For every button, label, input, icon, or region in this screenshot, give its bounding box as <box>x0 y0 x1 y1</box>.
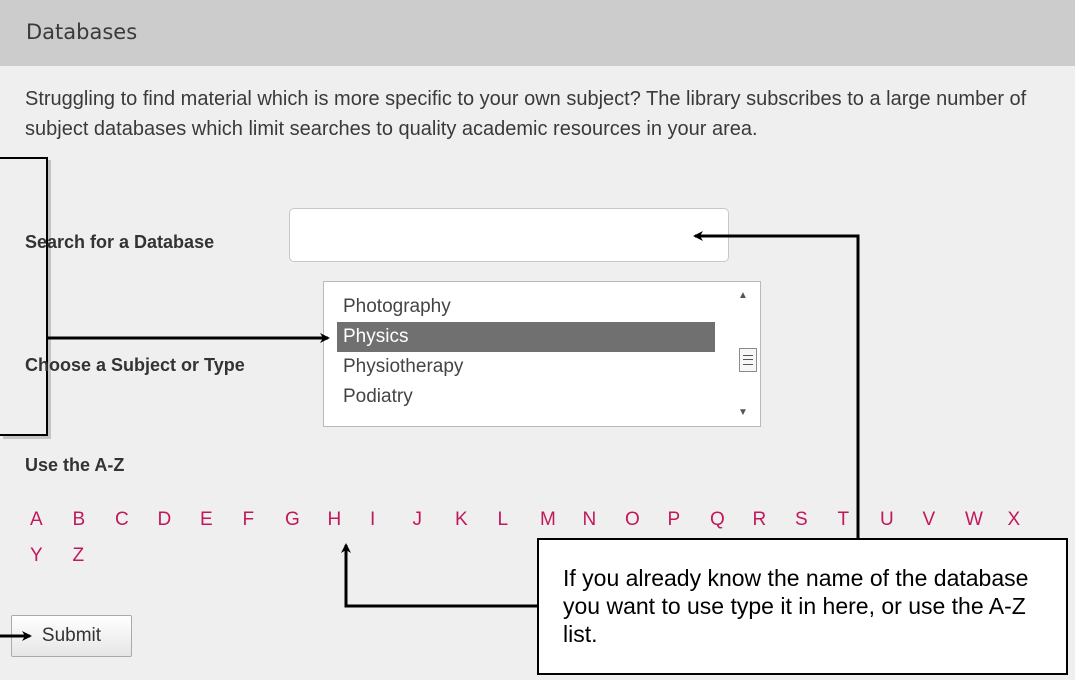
az-letter-o[interactable]: O <box>625 505 640 535</box>
az-letter-d[interactable]: D <box>158 505 172 535</box>
az-letter-h[interactable]: H <box>328 505 342 535</box>
az-letter-b[interactable]: B <box>73 505 86 535</box>
listbox-scrollbar[interactable]: ▲ ▼ <box>730 282 760 426</box>
az-letter-n[interactable]: N <box>583 505 597 535</box>
scroll-down-icon[interactable]: ▼ <box>738 407 748 418</box>
search-input[interactable] <box>289 208 729 262</box>
section-header: Databases <box>0 0 1075 66</box>
scroll-up-icon[interactable]: ▲ <box>738 290 748 301</box>
search-label: Search for a Database <box>25 232 215 252</box>
az-letter-u[interactable]: U <box>880 505 894 535</box>
az-letter-q[interactable]: Q <box>710 505 725 535</box>
az-letter-z[interactable]: Z <box>73 541 85 571</box>
az-letter-a[interactable]: A <box>30 505 43 535</box>
callout-text: If you already know the name of the data… <box>563 565 1029 647</box>
scroll-thumb[interactable] <box>739 348 757 372</box>
az-letter-j[interactable]: J <box>413 505 423 535</box>
arrow-to-az-list <box>341 543 537 608</box>
submit-button[interactable]: Submit <box>11 615 132 657</box>
az-letter-f[interactable]: F <box>243 505 255 535</box>
callout-box: If you already know the name of the data… <box>537 538 1068 675</box>
az-letter-t[interactable]: T <box>838 505 850 535</box>
az-letter-y[interactable]: Y <box>30 541 43 571</box>
az-letter-k[interactable]: K <box>455 505 468 535</box>
subject-option-photography[interactable]: Photography <box>337 292 715 322</box>
az-letter-l[interactable]: L <box>498 505 509 535</box>
az-letter-s[interactable]: S <box>795 505 808 535</box>
az-letter-v[interactable]: V <box>923 505 936 535</box>
annotation-frame <box>0 157 48 436</box>
intro-text: Struggling to find material which is mor… <box>25 88 1027 140</box>
az-letter-e[interactable]: E <box>200 505 213 535</box>
az-letter-w[interactable]: W <box>965 505 983 535</box>
subject-listbox[interactable]: Photography Physics Physiotherapy Podiat… <box>323 281 761 427</box>
az-letter-i[interactable]: I <box>370 505 375 535</box>
subject-option-podiatry[interactable]: Podiatry <box>337 382 715 412</box>
subject-label: Choose a Subject or Type <box>25 355 245 375</box>
subject-option-physiotherapy[interactable]: Physiotherapy <box>337 352 715 382</box>
az-letter-r[interactable]: R <box>753 505 767 535</box>
az-letter-g[interactable]: G <box>285 505 300 535</box>
az-label: Use the A-Z <box>25 455 125 475</box>
subject-option-physics[interactable]: Physics <box>337 322 715 352</box>
az-letter-x[interactable]: X <box>1008 505 1021 535</box>
az-letter-p[interactable]: P <box>668 505 681 535</box>
section-title: Databases <box>26 20 138 44</box>
az-letter-m[interactable]: M <box>540 505 556 535</box>
az-letter-c[interactable]: C <box>115 505 129 535</box>
